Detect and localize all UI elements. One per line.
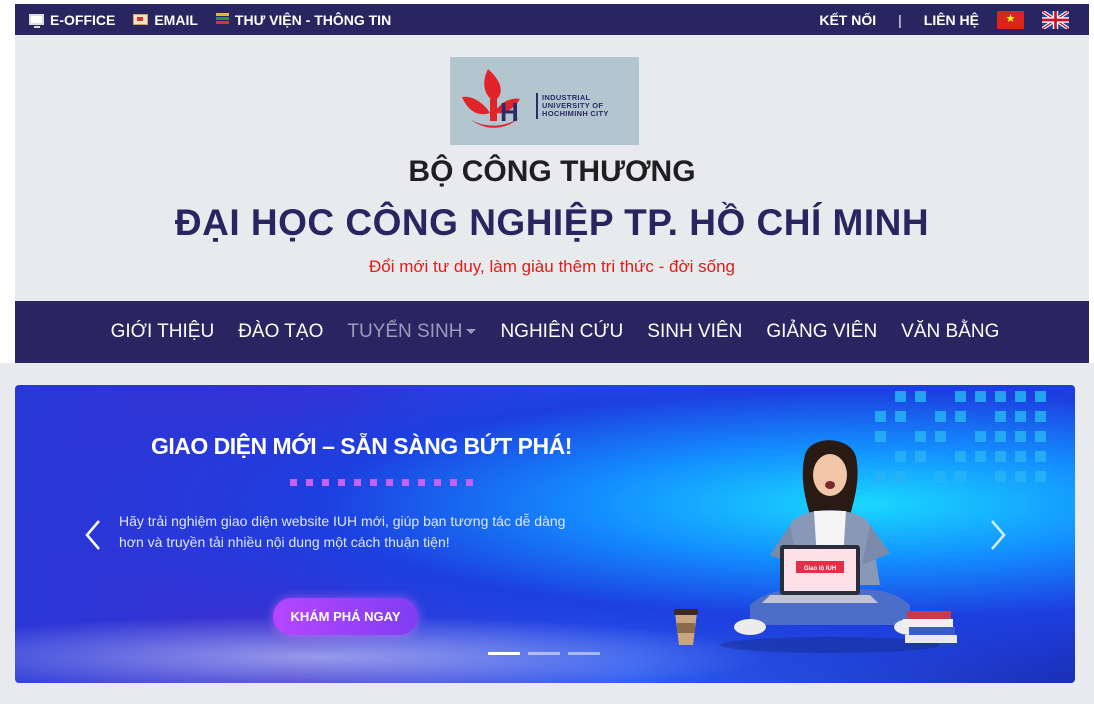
nav-tuyen-sinh[interactable]: TUYỂN SINH bbox=[341, 321, 477, 343]
carousel-prev-arrow-icon[interactable] bbox=[79, 517, 109, 553]
decor-square bbox=[975, 451, 986, 462]
slide-title: GIAO DIỆN MỚI – SẴN SÀNG BỨT PHÁ! bbox=[151, 433, 572, 459]
carousel-indicators bbox=[488, 652, 600, 655]
university-title: ĐẠI HỌC CÔNG NGHIỆP TP. HỒ CHÍ MINH bbox=[174, 202, 930, 243]
indicator-2[interactable] bbox=[528, 652, 560, 655]
decor-square bbox=[935, 411, 946, 422]
decor-square bbox=[955, 451, 966, 462]
nav-van-bang[interactable]: VĂN BẰNG bbox=[895, 321, 999, 343]
decor-square bbox=[1015, 451, 1026, 462]
e-office-link[interactable]: E-OFFICE bbox=[29, 12, 115, 28]
decor-square bbox=[1015, 391, 1026, 402]
e-office-label: E-OFFICE bbox=[50, 11, 116, 28]
decor-square bbox=[1035, 431, 1046, 442]
library-label: THƯ VIỆN - THÔNG TIN bbox=[234, 11, 392, 28]
decor-square bbox=[955, 391, 966, 402]
decor-square bbox=[915, 391, 926, 402]
decor-square bbox=[875, 411, 886, 422]
nav-tuyen-sinh-label: TUYỂN SINH bbox=[347, 321, 463, 342]
explore-button[interactable]: KHÁM PHÁ NGAY bbox=[273, 598, 418, 635]
caret-down-icon bbox=[466, 329, 477, 335]
indicator-3[interactable] bbox=[568, 652, 600, 655]
top-links-right: KẾT NỐI | LIÊN HỆ ★ bbox=[819, 10, 1069, 29]
decor-square bbox=[995, 451, 1006, 462]
decor-square bbox=[1015, 471, 1026, 482]
decor-square bbox=[1035, 471, 1046, 482]
site-header: H INDUSTRIAL UNIVERSITY OF HOCHIMINH CIT… bbox=[15, 35, 1089, 301]
nav-sinh-vien[interactable]: SINH VIÊN bbox=[641, 321, 742, 343]
slogan: Đổi mới tư duy, làm giàu thêm tri thức -… bbox=[369, 257, 735, 276]
nav-giang-vien[interactable]: GIẢNG VIÊN bbox=[760, 321, 877, 343]
monitor-icon bbox=[29, 14, 44, 28]
connect-link[interactable]: KẾT NỐI bbox=[819, 12, 876, 28]
logo-line-3: HOCHIMINH CITY bbox=[542, 109, 609, 118]
slide-description: Hãy trải nghiệm giao diện website IUH mớ… bbox=[119, 513, 566, 550]
top-utility-bar: E-OFFICE EMAIL THƯ VIỆN - THÔNG TIN KẾT … bbox=[15, 4, 1089, 35]
decor-square bbox=[895, 411, 906, 422]
decor-square bbox=[1035, 411, 1046, 422]
uk-flag-icon[interactable] bbox=[1042, 10, 1069, 29]
contact-link[interactable]: LIÊN HỆ bbox=[924, 12, 979, 28]
decor-dashes bbox=[290, 479, 473, 486]
library-link[interactable]: THƯ VIỆN - THÔNG TIN bbox=[215, 11, 392, 28]
decor-square bbox=[1035, 451, 1046, 462]
mail-icon bbox=[133, 14, 149, 25]
hero-carousel[interactable]: GIAO DIỆN MỚI – SẴN SÀNG BỨT PHÁ! Hãy tr… bbox=[15, 385, 1075, 683]
svg-text:H: H bbox=[500, 97, 519, 127]
decor-square bbox=[955, 471, 966, 482]
laptop-screen-text: Giao lộ IUH bbox=[804, 566, 836, 572]
books-icon bbox=[215, 13, 229, 26]
nav-dao-tao[interactable]: ĐÀO TẠO bbox=[232, 321, 323, 343]
decor-square bbox=[975, 391, 986, 402]
decor-square bbox=[995, 471, 1006, 482]
decor-square bbox=[995, 411, 1006, 422]
nav-gioi-thieu[interactable]: GIỚI THIỆU bbox=[105, 321, 215, 343]
decor-square bbox=[1015, 411, 1026, 422]
email-label: EMAIL bbox=[154, 11, 198, 28]
iuh-logo[interactable]: H INDUSTRIAL UNIVERSITY OF HOCHIMINH CIT… bbox=[450, 57, 639, 145]
decor-square bbox=[955, 411, 966, 422]
main-nav: GIỚI THIỆU ĐÀO TẠO TUYỂN SINH NGHIÊN CỨU… bbox=[15, 301, 1089, 363]
books-stack-icon bbox=[903, 611, 957, 643]
ministry-title: BỘ CÔNG THƯƠNG bbox=[408, 155, 696, 188]
decor-square bbox=[1035, 391, 1046, 402]
logo-wordmark: INDUSTRIAL UNIVERSITY OF HOCHIMINH CITY bbox=[542, 94, 609, 118]
decor-square bbox=[895, 391, 906, 402]
decor-square bbox=[1015, 431, 1026, 442]
decor-square bbox=[995, 391, 1006, 402]
topbar-separator: | bbox=[898, 11, 902, 28]
carousel-next-arrow-icon[interactable] bbox=[982, 517, 1012, 553]
coffee-cup-icon bbox=[674, 609, 698, 645]
decor-square bbox=[975, 431, 986, 442]
indicator-1[interactable] bbox=[488, 652, 520, 655]
email-link[interactable]: EMAIL bbox=[133, 12, 198, 28]
top-links-left: E-OFFICE EMAIL THƯ VIỆN - THÔNG TIN bbox=[29, 12, 391, 28]
vi-flag-icon[interactable]: ★ bbox=[997, 10, 1024, 29]
decor-square bbox=[995, 431, 1006, 442]
nav-nghien-cuu[interactable]: NGHIÊN CỨU bbox=[494, 321, 623, 343]
